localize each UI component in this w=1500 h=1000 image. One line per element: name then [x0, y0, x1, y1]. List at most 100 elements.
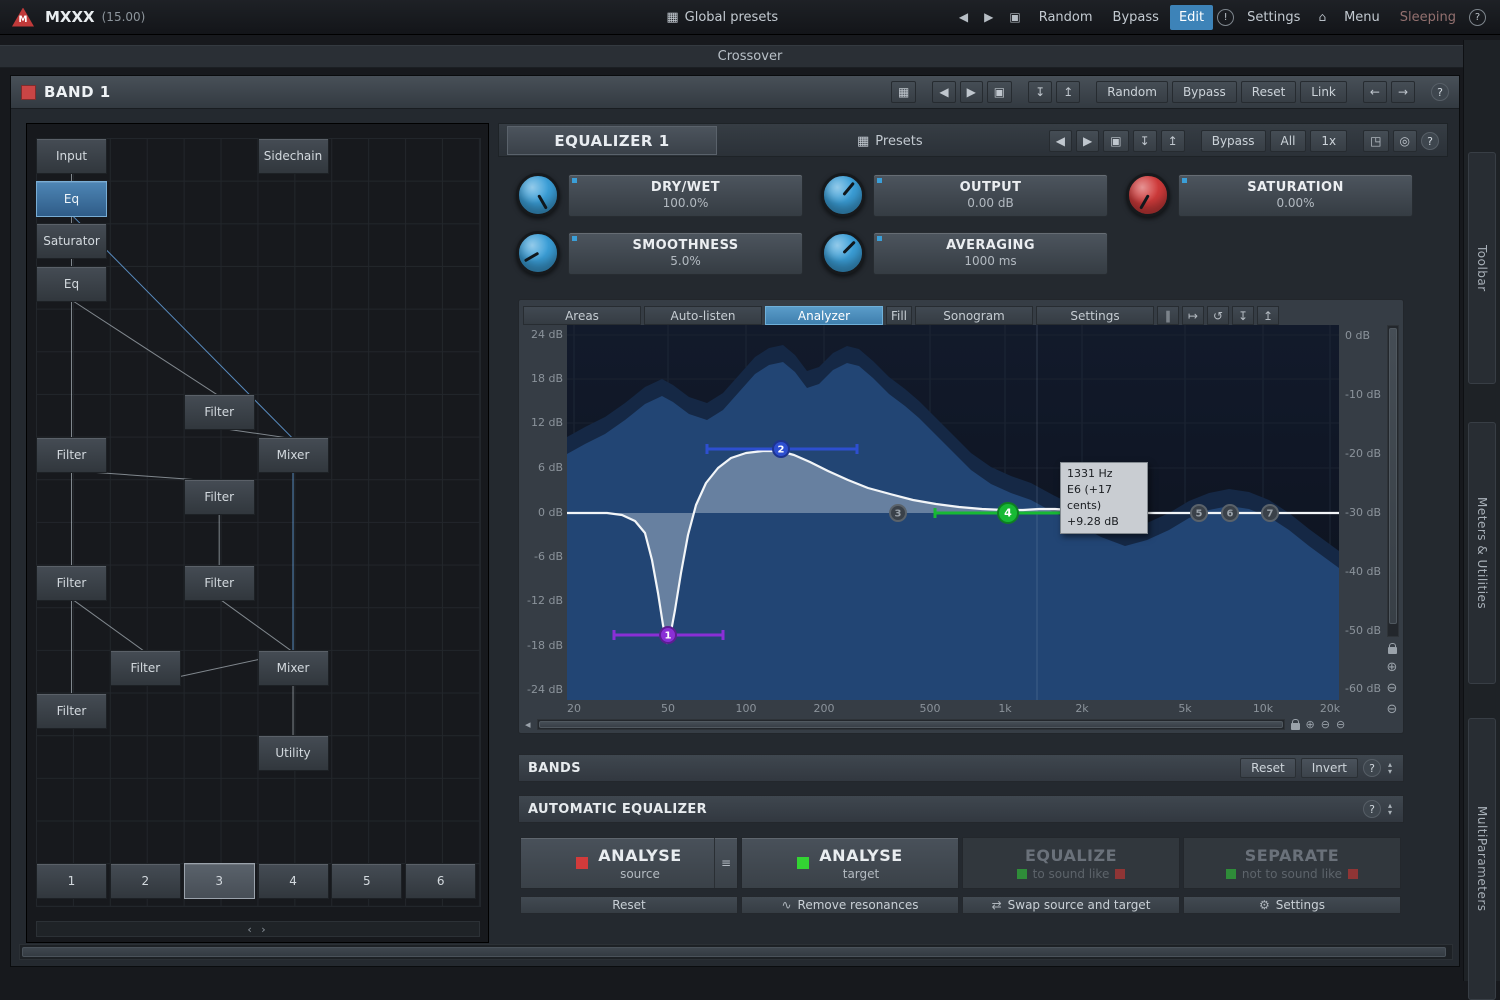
- preset-prev-button[interactable]: ◀: [952, 5, 975, 29]
- target-icon[interactable]: ◎: [1393, 130, 1417, 152]
- param-panel-saturation[interactable]: SATURATION0.00%: [1178, 174, 1413, 217]
- eq-band-handle-3[interactable]: [890, 505, 906, 521]
- sleeping-button[interactable]: Sleeping: [1391, 5, 1465, 30]
- eq-band-handle-7[interactable]: [1262, 505, 1278, 521]
- module-node-5[interactable]: 5: [331, 863, 402, 899]
- equalizer-title-tab[interactable]: EQUALIZER 1: [507, 126, 717, 155]
- pause-icon[interactable]: ∥: [1157, 306, 1179, 325]
- auto-eq-analyse-source-button[interactable]: ANALYSEsource≡: [520, 837, 738, 889]
- eq-help-icon[interactable]: ?: [1421, 132, 1439, 150]
- eq-plot[interactable]: 1234567 1331 Hz E6 (+17 cents) +9.28 dB: [567, 325, 1339, 700]
- edit-button[interactable]: Edit: [1170, 5, 1213, 30]
- settings-button[interactable]: Settings: [1238, 5, 1309, 30]
- auto-eq-help-icon[interactable]: ?: [1363, 800, 1381, 818]
- equalizer-presets-button[interactable]: ▦ Presets: [857, 124, 923, 158]
- preset-next-button[interactable]: ▶: [977, 5, 1000, 29]
- param-panel-averaging[interactable]: AVERAGING1000 ms: [873, 232, 1108, 275]
- help-icon[interactable]: ?: [1469, 9, 1486, 26]
- collapse-spinner-icon[interactable]: ▴ ▾: [1386, 762, 1394, 775]
- module-node-saturator[interactable]: Saturator: [36, 223, 107, 259]
- band-reset-button[interactable]: Reset: [1241, 81, 1297, 103]
- auto-eq-reset-button[interactable]: Reset: [520, 896, 738, 914]
- module-node-utility[interactable]: Utility: [258, 735, 329, 771]
- band-color-swatch[interactable]: [21, 85, 36, 100]
- save-icon[interactable]: ▣: [987, 81, 1012, 103]
- eq-all-button[interactable]: All: [1270, 130, 1307, 152]
- plot-vertical-scrollbar[interactable]: [1387, 325, 1399, 637]
- auto-eq-analyse-target-button[interactable]: ANALYSEtarget: [741, 837, 959, 889]
- import-icon[interactable]: ↧: [1232, 306, 1254, 325]
- global-presets-button[interactable]: ▦ Global presets: [657, 5, 787, 30]
- knob-dry-wet[interactable]: [516, 173, 560, 217]
- graph-tab-analyzer[interactable]: Analyzer: [765, 306, 883, 325]
- scroll-left-icon[interactable]: ◂: [525, 718, 531, 731]
- graph-tab-settings[interactable]: Settings: [1036, 306, 1154, 325]
- menu-button[interactable]: Menu: [1335, 5, 1389, 30]
- alert-icon[interactable]: !: [1217, 9, 1234, 26]
- param-panel-smoothness[interactable]: SMOOTHNESS5.0%: [568, 232, 803, 275]
- prev-preset-icon[interactable]: ◀: [932, 81, 955, 103]
- module-node-6[interactable]: 6: [405, 863, 476, 899]
- eq-band-handle-4[interactable]: [998, 503, 1018, 523]
- preset-save-icon[interactable]: ▣: [1002, 5, 1027, 29]
- module-node-mixer[interactable]: Mixer: [258, 650, 329, 686]
- module-node-filter[interactable]: Filter: [184, 565, 255, 601]
- knob-saturation[interactable]: [1126, 173, 1170, 217]
- graph-tab-auto-listen[interactable]: Auto-listen: [644, 306, 762, 325]
- auto-eq-remove-resonances-button[interactable]: ∿Remove resonances: [741, 896, 959, 914]
- export-icon[interactable]: ↥: [1257, 306, 1279, 325]
- auto-eq-separate-not-button[interactable]: SEPARATEnot to sound like: [1183, 837, 1401, 889]
- next-preset-icon[interactable]: ▶: [1076, 130, 1099, 152]
- band-help-icon[interactable]: ?: [1431, 83, 1449, 101]
- scrollbar-thumb[interactable]: [22, 947, 1446, 957]
- module-node-filter[interactable]: Filter: [36, 565, 107, 601]
- module-node-mixer[interactable]: Mixer: [258, 437, 329, 473]
- module-node-4[interactable]: 4: [258, 863, 329, 899]
- redo-arrow-icon[interactable]: →: [1391, 81, 1415, 103]
- module-node-2[interactable]: 2: [110, 863, 181, 899]
- oversampling-button[interactable]: 1x: [1310, 130, 1347, 152]
- resize-icon[interactable]: ◳: [1363, 130, 1388, 152]
- bands-reset-button[interactable]: Reset: [1240, 758, 1296, 778]
- plot-horizontal-scrollbar[interactable]: [537, 719, 1285, 730]
- band-link-button[interactable]: Link: [1300, 81, 1347, 103]
- module-node-eq[interactable]: Eq: [36, 181, 107, 217]
- grid-icon[interactable]: ▦: [891, 81, 916, 103]
- export-icon[interactable]: ↥: [1161, 130, 1185, 152]
- zoom-out-icon[interactable]: ⊖: [1321, 718, 1330, 731]
- bypass-button[interactable]: Bypass: [1104, 5, 1168, 30]
- random-button[interactable]: Random: [1030, 5, 1102, 30]
- module-node-sidechain[interactable]: Sidechain: [258, 138, 329, 174]
- auto-eq-settings-button[interactable]: ⚙Settings: [1183, 896, 1401, 914]
- scrollbar-thumb[interactable]: [1389, 328, 1397, 624]
- bands-help-icon[interactable]: ?: [1363, 759, 1381, 777]
- lock-icon[interactable]: [1388, 647, 1397, 654]
- import-icon[interactable]: ↧: [1133, 130, 1157, 152]
- scrollbar-thumb[interactable]: [539, 721, 1283, 728]
- auto-eq-swap-source-and-target-button[interactable]: ⇄Swap source and target: [962, 896, 1180, 914]
- knob-output[interactable]: [821, 173, 865, 217]
- lock-icon[interactable]: [1291, 723, 1300, 730]
- module-node-filter[interactable]: Filter: [36, 437, 107, 473]
- zoom-in-icon[interactable]: ⊕: [1306, 718, 1315, 731]
- eq-band-handle-6[interactable]: [1222, 505, 1238, 521]
- eq-band-handle-5[interactable]: [1191, 505, 1207, 521]
- zoom-reset-icon[interactable]: ⊖: [1387, 702, 1398, 717]
- band-bypass-button[interactable]: Bypass: [1172, 81, 1237, 103]
- crossover-bar[interactable]: Crossover: [0, 45, 1500, 68]
- module-scrollbar[interactable]: ‹ ›: [36, 921, 480, 937]
- module-node-filter[interactable]: Filter: [36, 693, 107, 729]
- export-icon[interactable]: ↥: [1056, 81, 1080, 103]
- module-node-filter[interactable]: Filter: [110, 650, 181, 686]
- module-node-filter[interactable]: Filter: [184, 479, 255, 515]
- eq-bypass-button[interactable]: Bypass: [1201, 130, 1266, 152]
- graph-tab-sonogram[interactable]: Sonogram: [915, 306, 1033, 325]
- param-panel-output[interactable]: OUTPUT0.00 dB: [873, 174, 1108, 217]
- module-node-1[interactable]: 1: [36, 863, 107, 899]
- band-random-button[interactable]: Random: [1096, 81, 1168, 103]
- menu-icon[interactable]: ≡: [714, 838, 737, 888]
- next-preset-icon[interactable]: ▶: [960, 81, 983, 103]
- step-icon[interactable]: ↦: [1182, 306, 1204, 325]
- undo-arrow-icon[interactable]: ←: [1363, 81, 1387, 103]
- home-icon[interactable]: ⌂: [1311, 5, 1333, 29]
